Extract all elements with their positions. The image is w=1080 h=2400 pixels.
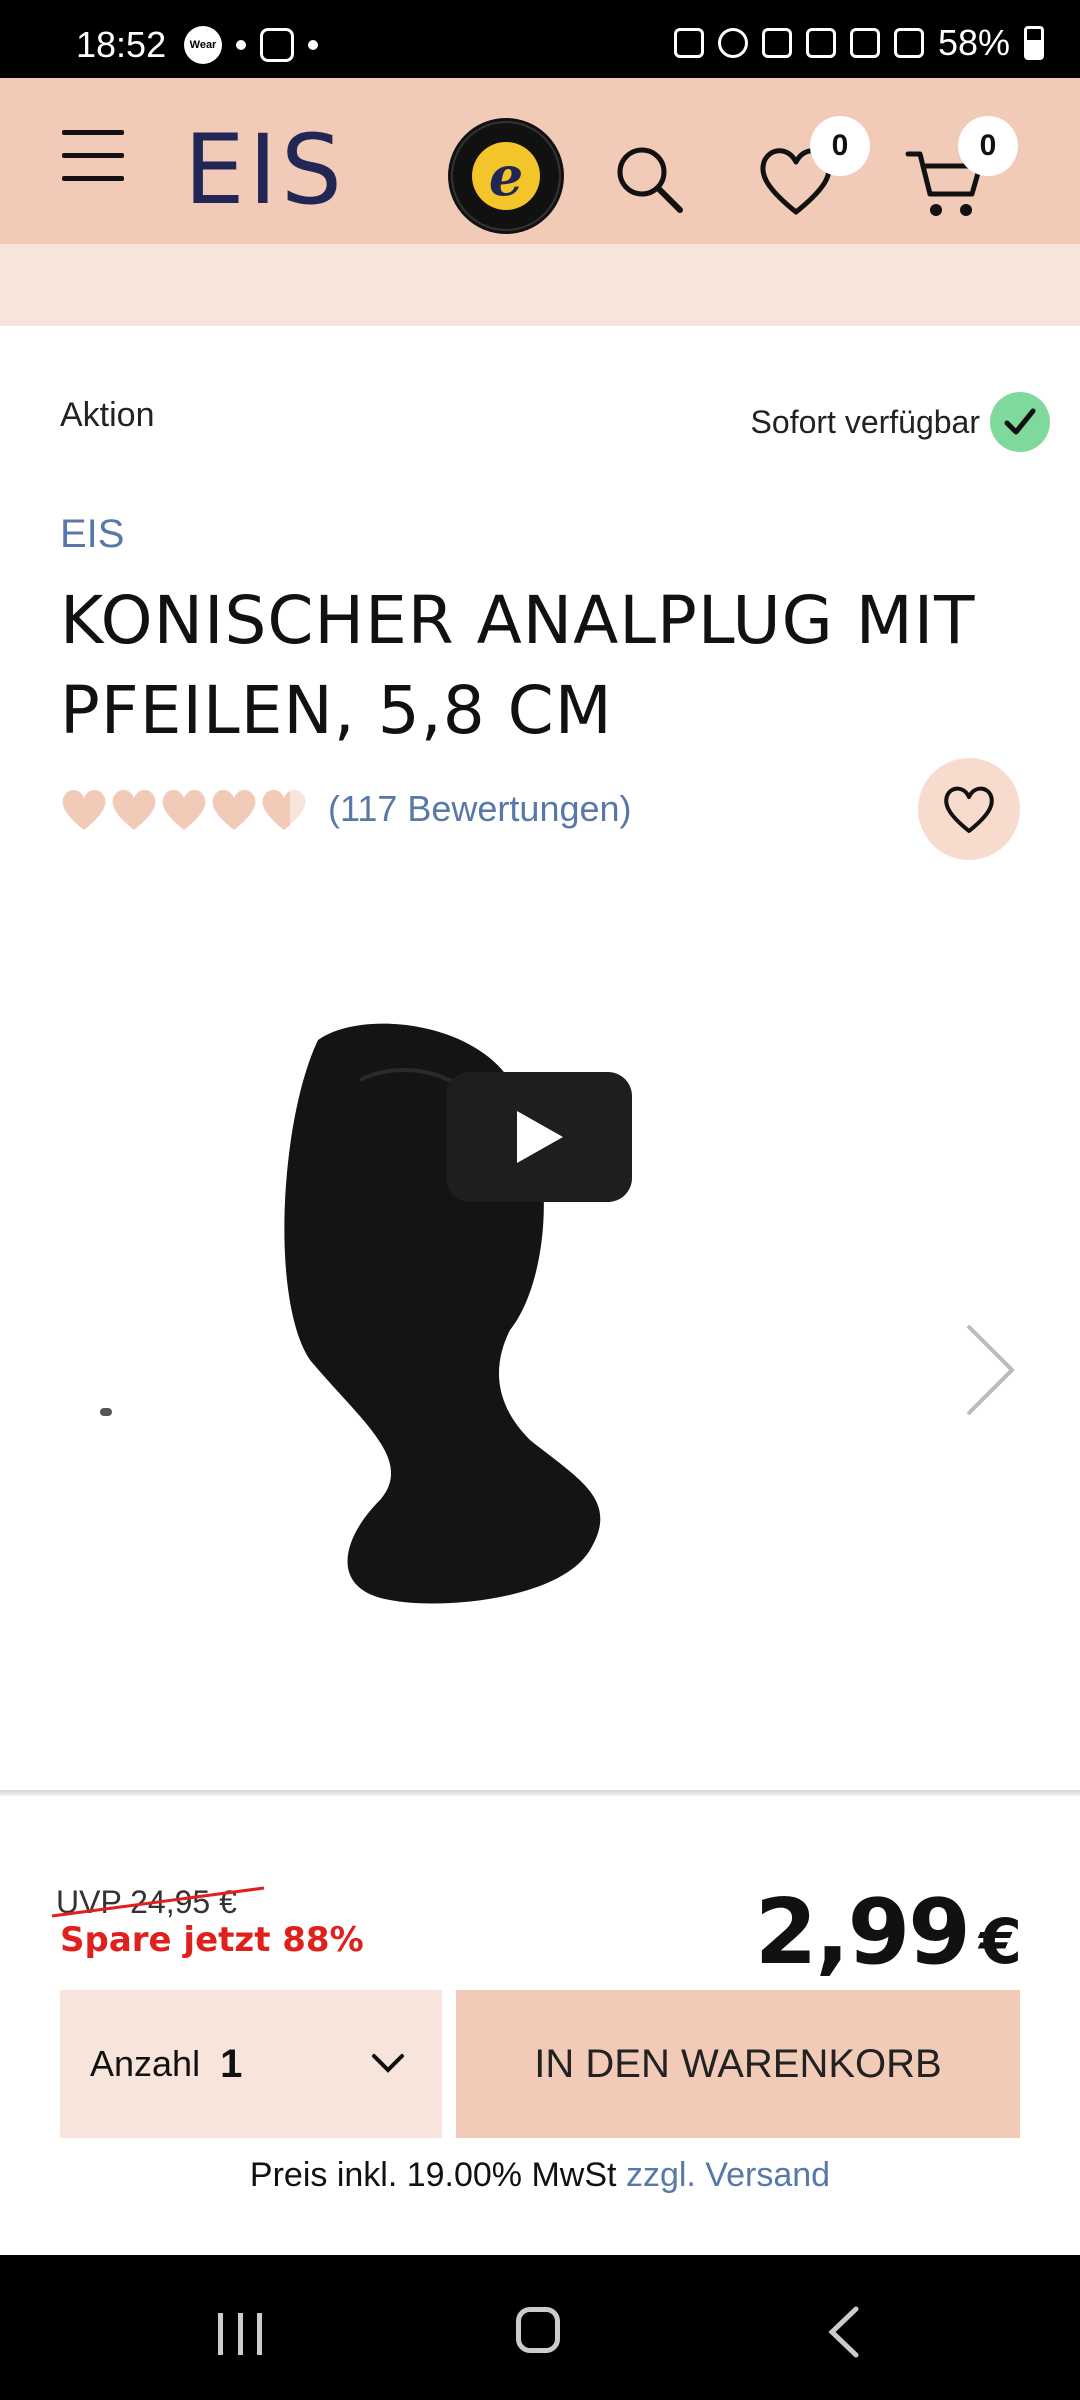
product-rating[interactable]: (117 Bewertungen): [60, 786, 632, 832]
price-value: 2,99: [754, 1880, 971, 1985]
chevron-down-icon: [372, 2054, 404, 2073]
availability: Sofort verfügbar: [751, 392, 1050, 452]
current-price: 2,99 €: [754, 1880, 1022, 1985]
quantity-label: Anzahl: [90, 2043, 201, 2084]
site-header: EIS e 0 0: [0, 78, 1080, 244]
wifi-icon: [805, 28, 836, 58]
logo[interactable]: EIS: [184, 114, 346, 226]
play-video-button[interactable]: [446, 1072, 632, 1202]
quantity-value: 1: [220, 2041, 243, 2086]
strikethrough-line: [51, 1886, 265, 1918]
play-icon: [517, 1111, 563, 1163]
heart-rating-icon: [112, 789, 156, 830]
tax-info: Preis inkl. 19.00% MwSt zzgl. Versand: [0, 2156, 1080, 2195]
search-icon[interactable]: [614, 144, 686, 216]
add-to-wishlist-button[interactable]: [918, 758, 1020, 860]
battery-icon: [1024, 26, 1044, 60]
tax-text: Preis inkl. 19.00% MwSt: [249, 2156, 617, 2194]
call-icon: [849, 28, 880, 58]
trusted-shops-ring-icon: [451, 121, 561, 231]
scroll-peek-area: [0, 244, 1080, 326]
add-to-cart-button[interactable]: IN DEN WARENKORB: [456, 1990, 1020, 2138]
trusted-shops-badge[interactable]: e: [448, 118, 564, 234]
cart-count-badge: 0: [958, 116, 1018, 176]
gallery-indicator: [100, 1408, 112, 1416]
heart-icon: [944, 786, 994, 833]
promo-label: Aktion: [60, 396, 155, 434]
home-icon[interactable]: [516, 2307, 560, 2353]
back-icon[interactable]: [824, 2305, 864, 2359]
availability-text: Sofort verfügbar: [750, 403, 980, 440]
mute-icon: [761, 28, 792, 58]
instagram-icon: [260, 28, 294, 62]
rating-hearts: [60, 786, 308, 832]
heart-rating-icon: [62, 789, 106, 830]
recycle-icon: [673, 28, 704, 58]
heart-rating-icon: [212, 789, 256, 830]
check-icon: [990, 392, 1050, 452]
status-time: 18:52: [76, 24, 167, 65]
divider: [0, 1790, 1080, 1796]
dot-icon: [308, 40, 318, 50]
savings-text: Spare jetzt 88%: [60, 1920, 364, 1960]
wishlist-count-badge: 0: [810, 116, 870, 176]
battery-text: 58%: [937, 22, 1010, 63]
status-bar: 18:52 Wear 58%: [0, 0, 1080, 78]
product-brand[interactable]: EIS: [60, 512, 124, 557]
next-image-arrow-icon[interactable]: [960, 1320, 1020, 1420]
heart-rating-icon: [162, 789, 206, 830]
review-count-link[interactable]: (117 Bewertungen): [328, 788, 632, 830]
recent-apps-icon[interactable]: [218, 2313, 262, 2355]
heart-half-rating-icon: [262, 789, 306, 830]
google-assistant-icon: [236, 40, 246, 50]
system-nav-bar: [0, 2255, 1080, 2400]
quantity-select[interactable]: Anzahl 1: [60, 1990, 442, 2138]
product-title: KONISCHER ANALPLUG MIT PFEILEN, 5,8 CM: [60, 582, 976, 749]
price-currency: €: [978, 1905, 1022, 1978]
wear-icon: Wear: [184, 26, 222, 64]
shipping-link[interactable]: zzgl. Versand: [626, 2156, 830, 2194]
alarm-icon: [717, 28, 748, 58]
signal-icon: [893, 28, 924, 58]
menu-icon[interactable]: [62, 130, 124, 184]
